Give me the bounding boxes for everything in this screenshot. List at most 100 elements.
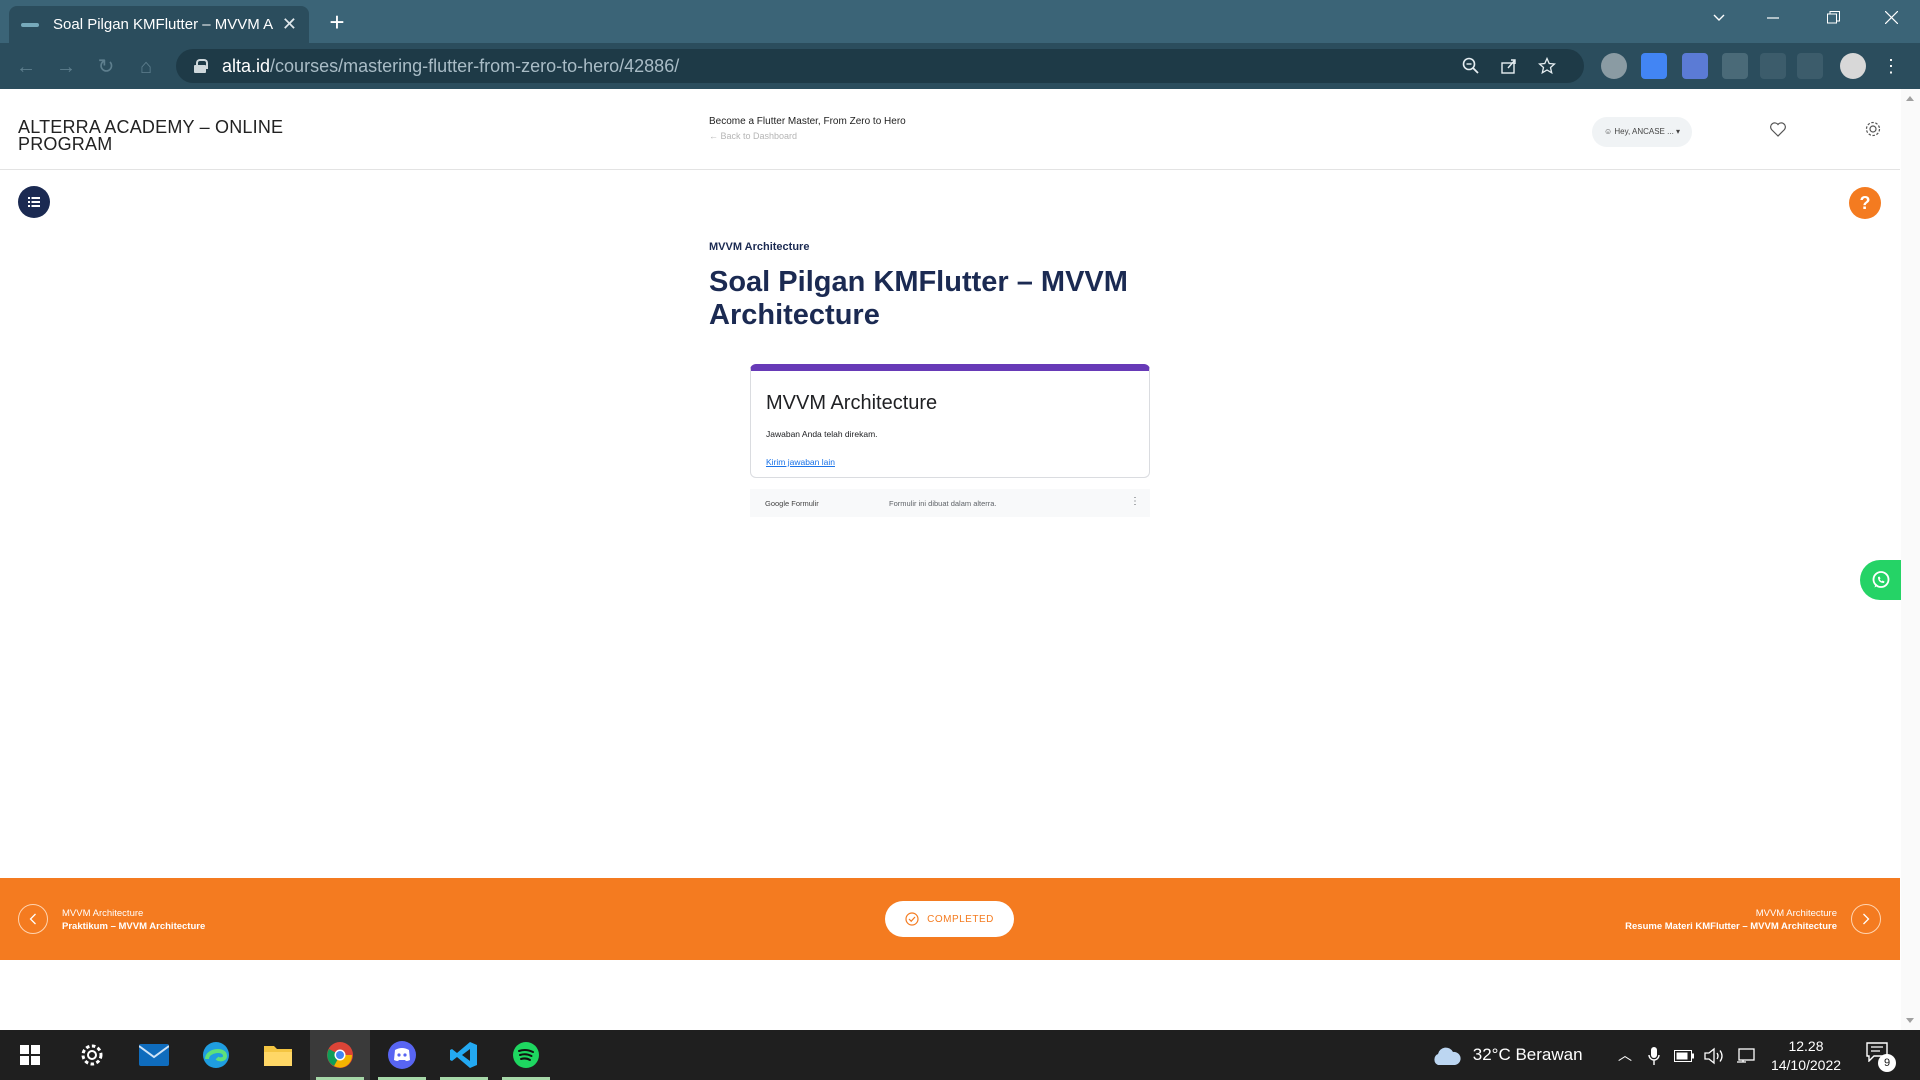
tab-close-icon[interactable]: ✕ xyxy=(282,14,297,35)
google-form-card: MVVM Architecture Jawaban Anda telah dir… xyxy=(750,364,1150,478)
forward-arrow-icon[interactable]: → xyxy=(52,53,80,81)
lock-icon xyxy=(194,59,208,73)
check-circle-icon xyxy=(905,912,919,926)
next-lesson-section: MVVM Architecture xyxy=(1755,908,1837,919)
taskbar-mail-app[interactable] xyxy=(124,1030,184,1080)
back-arrow-small-icon: ← xyxy=(709,131,718,141)
form-footer: Google Formulir Formulir ini dibuat dala… xyxy=(750,489,1150,517)
close-window-button[interactable] xyxy=(1868,0,1914,38)
taskbar-spotify-app[interactable] xyxy=(496,1030,556,1080)
cloud-icon xyxy=(1434,1047,1461,1065)
browser-tab-strip: Soal Pilgan KMFlutter – MVVM Architectur… xyxy=(0,0,1920,43)
taskbar-file-explorer-app[interactable] xyxy=(248,1030,308,1080)
google-translate-icon[interactable] xyxy=(1641,53,1667,79)
windows-logo-icon xyxy=(20,1045,40,1065)
start-button[interactable] xyxy=(0,1030,60,1080)
taskbar-vscode-app[interactable] xyxy=(434,1030,494,1080)
next-lesson-button[interactable] xyxy=(1851,904,1881,934)
previous-lesson-section: MVVM Architecture xyxy=(62,908,144,919)
edge-browser-icon xyxy=(203,1042,229,1068)
browser-toolbar: ← → ↻ ⌂ alta.id/courses/mastering-flutte… xyxy=(0,43,1920,89)
browser-menu-icon[interactable]: ⋮ xyxy=(1882,53,1900,79)
taskbar-settings-app[interactable] xyxy=(62,1030,122,1080)
mail-icon xyxy=(139,1044,169,1066)
course-name: Become a Flutter Master, From Zero to He… xyxy=(709,116,906,127)
notification-center-button[interactable]: 9 xyxy=(1866,1042,1896,1072)
form-confirmation-message: Jawaban Anda telah direkam. xyxy=(766,429,878,439)
tab-search-icon[interactable] xyxy=(1696,0,1742,38)
reload-icon[interactable]: ↻ xyxy=(92,53,120,81)
settings-gear-icon[interactable] xyxy=(1864,120,1882,138)
extension-music-icon[interactable] xyxy=(1601,53,1627,79)
completed-status-button[interactable]: COMPLETED xyxy=(885,901,1014,937)
reading-list-icon[interactable] xyxy=(1760,53,1786,79)
scroll-up-arrow-icon[interactable] xyxy=(1906,96,1914,101)
previous-lesson-link[interactable]: MVVM Architecture Praktikum – MVVM Archi… xyxy=(62,907,205,933)
clock-time: 12.28 xyxy=(1788,1038,1824,1054)
extension-meet-icon[interactable] xyxy=(1682,53,1708,79)
form-footer-note: Formulir ini dibuat dalam alterra. xyxy=(889,499,997,508)
back-to-dashboard-link[interactable]: ← Back to Dashboard xyxy=(709,131,797,141)
page-scrollbar[interactable] xyxy=(1901,89,1920,1030)
scroll-down-arrow-icon[interactable] xyxy=(1906,1018,1914,1023)
next-lesson-title: Resume Materi KMFlutter – MVVM Architect… xyxy=(1625,921,1837,932)
side-panel-icon[interactable] xyxy=(1797,53,1823,79)
list-icon xyxy=(28,197,40,207)
chevron-right-icon xyxy=(1863,913,1870,925)
curriculum-toggle-button[interactable] xyxy=(18,186,50,218)
taskbar-discord-app[interactable] xyxy=(372,1030,432,1080)
network-icon[interactable] xyxy=(1736,1030,1756,1080)
completed-label: COMPLETED xyxy=(927,913,994,925)
chevron-left-icon xyxy=(29,913,36,925)
lesson-title: Soal Pilgan KMFlutter – MVVM Architectur… xyxy=(709,266,1128,331)
taskbar-chrome-app[interactable] xyxy=(310,1030,370,1080)
folder-icon xyxy=(264,1046,292,1066)
clock-date: 14/10/2022 xyxy=(1770,1057,1842,1073)
restore-button[interactable] xyxy=(1810,0,1856,38)
back-arrow-icon[interactable]: ← xyxy=(12,53,40,81)
submit-another-response-link[interactable]: Kirim jawaban lain xyxy=(766,457,835,467)
next-lesson-link[interactable]: MVVM Architecture Resume Materi KMFlutte… xyxy=(1625,907,1837,933)
previous-lesson-button[interactable] xyxy=(18,904,48,934)
show-hidden-icons-chevron-icon[interactable]: ︿ xyxy=(1618,1030,1632,1080)
chevron-down-icon: ▾ xyxy=(1676,127,1681,136)
battery-icon[interactable] xyxy=(1674,1030,1694,1080)
volume-icon[interactable] xyxy=(1704,1030,1726,1080)
settings-gear-icon xyxy=(81,1044,103,1066)
bookmark-star-icon[interactable] xyxy=(1538,57,1556,75)
minimize-button[interactable] xyxy=(1750,0,1796,38)
vscode-icon xyxy=(450,1042,477,1068)
weather-text: 32°C Berawan xyxy=(1472,1045,1583,1064)
new-tab-button[interactable]: + xyxy=(322,8,352,38)
form-more-menu-icon[interactable]: ⋮ xyxy=(1130,496,1140,507)
help-button[interactable]: ? xyxy=(1849,187,1881,219)
previous-lesson-title: Praktikum – MVVM Architecture xyxy=(62,921,206,932)
form-title: MVVM Architecture xyxy=(766,392,938,414)
address-bar[interactable]: alta.id/courses/mastering-flutter-from-z… xyxy=(176,49,1584,83)
extension-puzzle-icon[interactable] xyxy=(1722,53,1748,79)
microphone-icon[interactable] xyxy=(1648,1030,1660,1080)
windows-taskbar: 32°C Berawan ︿ 12.28 14/10/2022 9 xyxy=(0,1030,1920,1080)
section-label: MVVM Architecture xyxy=(709,241,810,253)
back-link-label: Back to Dashboard xyxy=(720,131,798,141)
weather-widget[interactable]: 32°C Berawan xyxy=(1430,1030,1583,1080)
site-title[interactable]: ALTERRA ACADEMY – ONLINE PROGRAM xyxy=(18,118,318,153)
zoom-icon[interactable] xyxy=(1462,57,1480,75)
site-header: ALTERRA ACADEMY – ONLINE PROGRAM Become … xyxy=(0,89,1900,170)
whatsapp-chat-button[interactable] xyxy=(1860,560,1902,600)
tab-title: Soal Pilgan KMFlutter – MVVM Architectur… xyxy=(53,16,274,33)
spotify-icon xyxy=(513,1042,539,1068)
share-icon[interactable] xyxy=(1500,57,1518,75)
browser-tab[interactable]: Soal Pilgan KMFlutter – MVVM Architectur… xyxy=(9,6,309,43)
url-host: alta.id xyxy=(222,55,271,76)
profile-avatar[interactable] xyxy=(1840,53,1866,79)
google-forms-brand[interactable]: Google Formulir xyxy=(765,499,819,508)
wishlist-heart-icon[interactable] xyxy=(1769,120,1787,138)
taskbar-edge-app[interactable] xyxy=(186,1030,246,1080)
home-icon[interactable]: ⌂ xyxy=(132,53,160,81)
system-clock[interactable]: 12.28 14/10/2022 xyxy=(1765,1037,1847,1075)
chrome-browser-icon xyxy=(327,1042,353,1068)
user-icon: ☺ xyxy=(1603,127,1613,136)
user-menu[interactable]: ☺ Hey, ANCASE ... ▾ xyxy=(1592,117,1692,147)
notification-count-badge: 9 xyxy=(1878,1054,1896,1072)
